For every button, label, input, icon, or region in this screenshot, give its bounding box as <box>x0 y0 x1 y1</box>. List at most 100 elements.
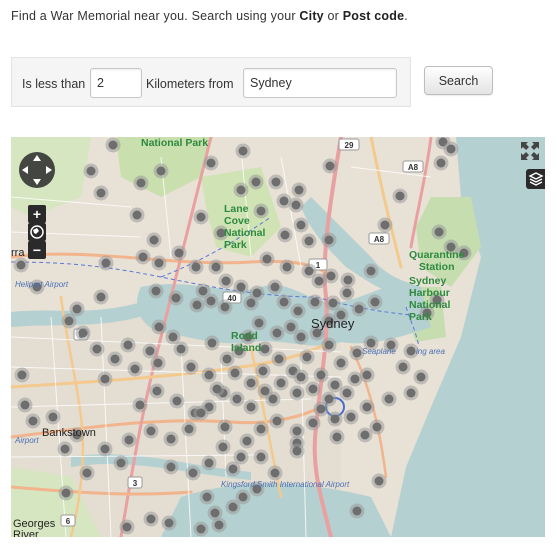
memorial-marker[interactable] <box>171 293 181 303</box>
memorial-marker[interactable] <box>236 282 246 292</box>
memorial-marker[interactable] <box>292 426 302 436</box>
memorial-marker[interactable] <box>192 300 202 310</box>
memorial-marker[interactable] <box>270 282 280 292</box>
memorial-marker[interactable] <box>206 296 216 306</box>
memorial-marker[interactable] <box>280 230 290 240</box>
memorial-marker[interactable] <box>218 442 228 452</box>
memorial-marker[interactable] <box>258 366 268 376</box>
memorial-marker[interactable] <box>256 452 266 462</box>
memorial-marker[interactable] <box>122 522 132 532</box>
memorial-marker[interactable] <box>384 394 394 404</box>
memorial-marker[interactable] <box>362 402 372 412</box>
memorial-marker[interactable] <box>220 422 230 432</box>
memorial-marker[interactable] <box>138 252 148 262</box>
memorial-marker[interactable] <box>198 286 208 296</box>
memorial-marker[interactable] <box>406 388 416 398</box>
memorial-marker[interactable] <box>202 492 212 502</box>
memorial-marker[interactable] <box>188 468 198 478</box>
memorial-marker[interactable] <box>304 266 314 276</box>
memorial-marker[interactable] <box>316 404 326 414</box>
memorial-marker[interactable] <box>296 332 306 342</box>
memorial-marker[interactable] <box>326 271 336 281</box>
memorial-marker[interactable] <box>16 260 26 270</box>
memorial-marker[interactable] <box>296 220 306 230</box>
memorial-marker[interactable] <box>398 362 408 372</box>
memorial-marker[interactable] <box>153 358 163 368</box>
memorial-marker[interactable] <box>330 414 340 424</box>
fullscreen-icon[interactable] <box>520 141 540 161</box>
location-input[interactable] <box>243 68 397 98</box>
memorial-marker[interactable] <box>101 258 111 268</box>
memorial-marker[interactable] <box>124 435 134 445</box>
memorial-marker[interactable] <box>72 304 82 314</box>
memorial-marker[interactable] <box>210 508 220 518</box>
memorial-marker[interactable] <box>294 185 304 195</box>
memorial-marker[interactable] <box>272 416 282 426</box>
memorial-marker[interactable] <box>292 446 302 456</box>
memorial-marker[interactable] <box>271 177 281 187</box>
memorial-marker[interactable] <box>130 364 140 374</box>
memorial-marker[interactable] <box>136 178 146 188</box>
memorial-marker[interactable] <box>282 262 292 272</box>
memorial-marker[interactable] <box>276 378 286 388</box>
memorial-marker[interactable] <box>196 408 206 418</box>
memorial-marker[interactable] <box>78 328 88 338</box>
pan-control[interactable] <box>18 151 56 189</box>
memorial-marker[interactable] <box>196 524 206 534</box>
memorial-marker[interactable] <box>151 286 161 296</box>
memorial-marker[interactable] <box>86 166 96 176</box>
memorial-marker[interactable] <box>279 297 289 307</box>
memorial-marker[interactable] <box>220 302 230 312</box>
zoom-in-button[interactable]: + <box>28 205 46 223</box>
memorial-marker[interactable] <box>362 370 372 380</box>
memorial-marker[interactable] <box>328 298 338 308</box>
memorial-marker[interactable] <box>145 346 155 356</box>
memorial-marker[interactable] <box>343 275 353 285</box>
memorial-marker[interactable] <box>270 468 280 478</box>
memorial-marker[interactable] <box>332 432 342 442</box>
memorial-marker[interactable] <box>262 254 272 264</box>
memorial-marker[interactable] <box>110 354 120 364</box>
memorial-marker[interactable] <box>246 378 256 388</box>
memorial-marker[interactable] <box>228 464 238 474</box>
memorial-marker[interactable] <box>214 520 224 530</box>
memorial-marker[interactable] <box>154 258 164 268</box>
memorial-marker[interactable] <box>92 344 102 354</box>
memorial-marker[interactable] <box>286 322 296 332</box>
memorial-marker[interactable] <box>446 144 456 154</box>
memorial-marker[interactable] <box>48 412 58 422</box>
memorial-marker[interactable] <box>246 298 256 308</box>
memorial-marker[interactable] <box>272 328 282 338</box>
memorial-marker[interactable] <box>330 380 340 390</box>
memorial-marker[interactable] <box>325 161 335 171</box>
memorial-marker[interactable] <box>324 340 334 350</box>
memorial-marker[interactable] <box>212 384 222 394</box>
memorial-marker[interactable] <box>184 424 194 434</box>
memorial-marker[interactable] <box>96 292 106 302</box>
memorial-marker[interactable] <box>230 368 240 378</box>
memorial-marker[interactable] <box>296 372 306 382</box>
memorial-marker[interactable] <box>279 196 289 206</box>
memorial-marker[interactable] <box>204 458 214 468</box>
memorial-marker[interactable] <box>149 235 159 245</box>
memorial-marker[interactable] <box>274 354 284 364</box>
memorial-marker[interactable] <box>152 386 162 396</box>
memorial-marker[interactable] <box>352 348 362 358</box>
memorial-marker[interactable] <box>135 400 145 410</box>
memorial-marker[interactable] <box>232 394 242 404</box>
memorial-marker[interactable] <box>116 458 126 468</box>
memorial-marker[interactable] <box>352 506 362 516</box>
memorial-marker[interactable] <box>256 424 266 434</box>
memorial-marker[interactable] <box>350 374 360 384</box>
memorial-marker[interactable] <box>346 412 356 422</box>
memorial-marker[interactable] <box>360 430 370 440</box>
memorial-marker[interactable] <box>436 158 446 168</box>
memorial-marker[interactable] <box>251 177 261 187</box>
memorial-marker[interactable] <box>154 322 164 332</box>
memorial-marker[interactable] <box>316 370 326 380</box>
memorial-marker[interactable] <box>82 468 92 478</box>
memorial-marker[interactable] <box>61 488 71 498</box>
memorial-marker[interactable] <box>310 297 320 307</box>
memorial-marker[interactable] <box>156 166 166 176</box>
memorial-marker[interactable] <box>20 400 30 410</box>
